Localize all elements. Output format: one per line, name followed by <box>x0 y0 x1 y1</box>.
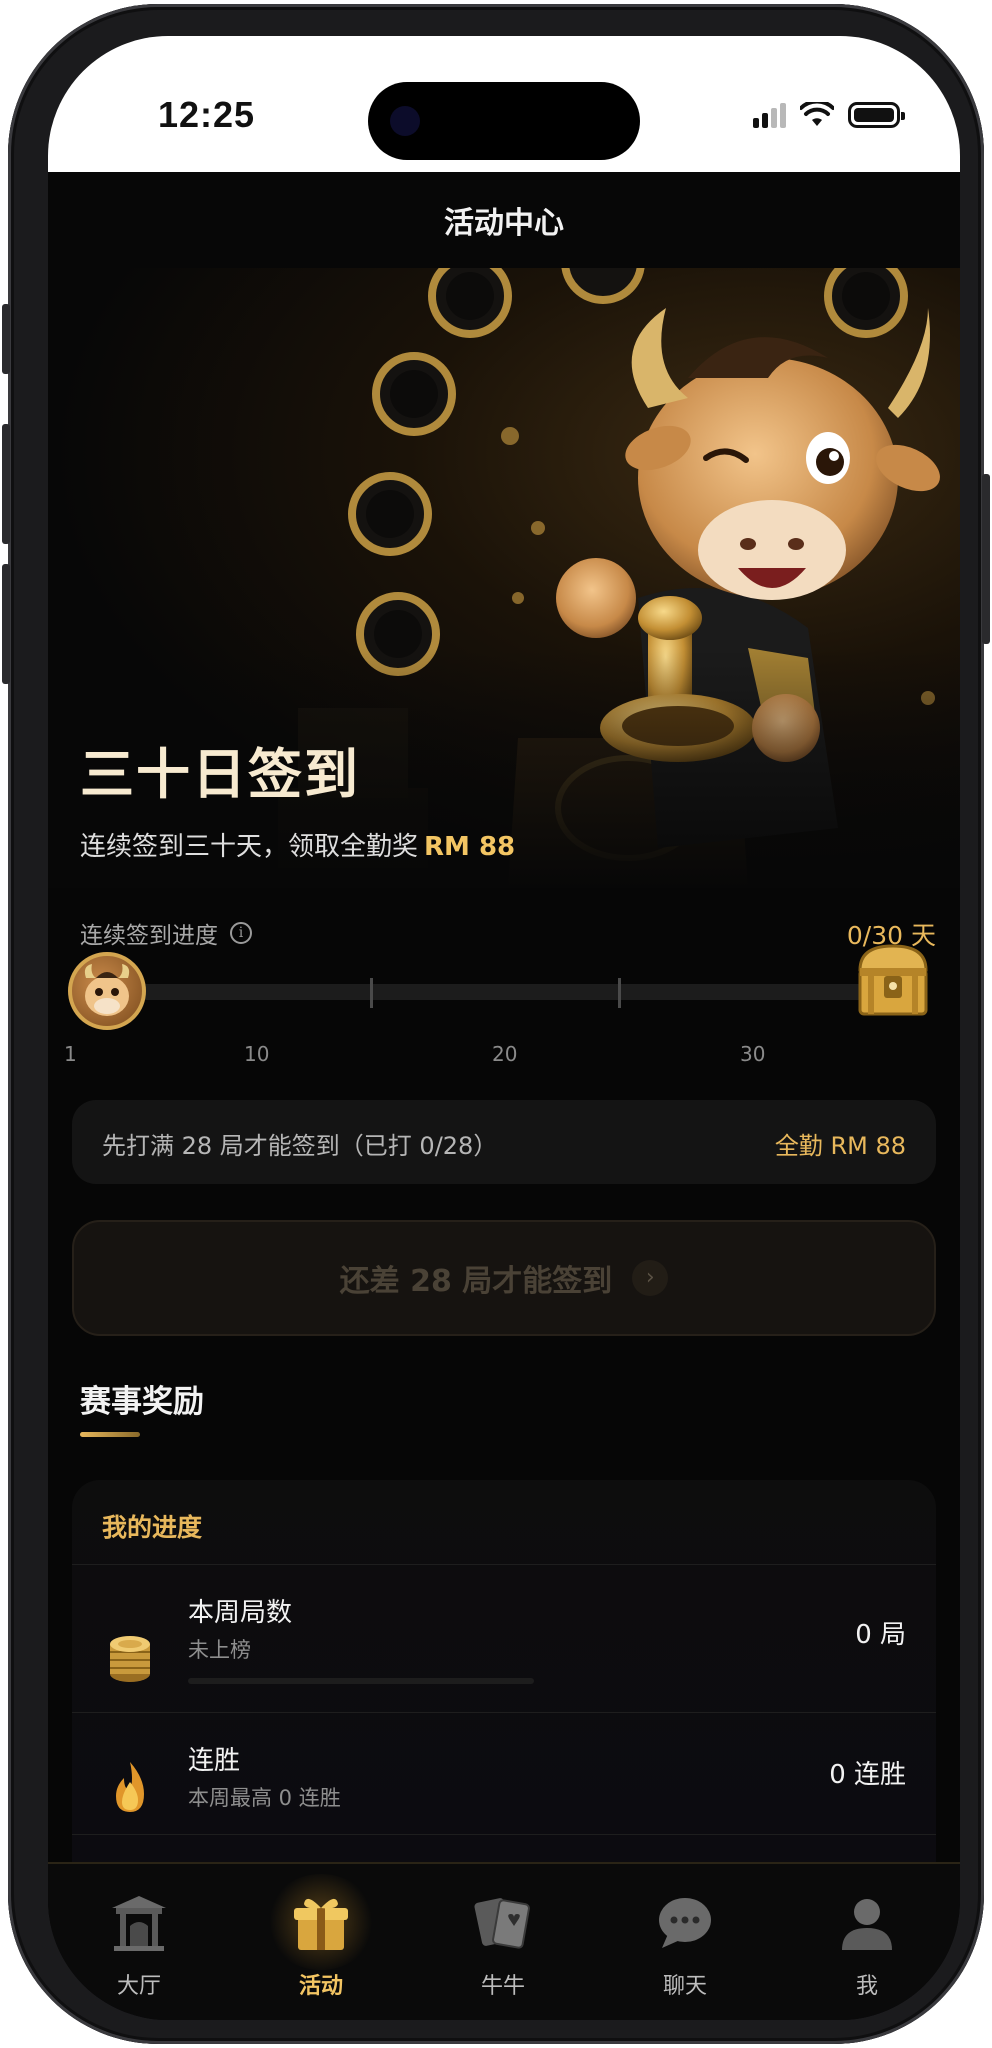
mute-switch <box>2 304 10 374</box>
hero-reward-amount: RM 88 <box>424 832 516 862</box>
checkin-button-label: 还差 28 局才能签到 <box>339 1264 613 1299</box>
chat-icon <box>659 1898 711 1948</box>
card-title: 我的进度 <box>102 1513 203 1542</box>
temple-icon <box>112 1896 166 1951</box>
row-label: 本周局数 <box>188 1598 293 1628</box>
progress-tick <box>370 978 373 1008</box>
notice-reward-text: 全勤 RM 88 <box>774 1132 906 1160</box>
row-label: 连胜 <box>188 1746 241 1776</box>
tab-label: 我 <box>855 1974 878 1999</box>
treasure-chest-icon <box>858 944 928 1016</box>
progress-label-text: 连续签到进度 <box>80 923 218 949</box>
hero-subtitle-text: 连续签到三十天，领取全勤奖 <box>80 832 419 862</box>
tab-lobby[interactable]: 大厅 <box>48 1864 230 2020</box>
checkin-button[interactable]: 还差 28 局才能签到 › <box>72 1220 936 1336</box>
tab-label: 牛牛 <box>480 1974 525 1999</box>
phone-frame: 12:25 活动中心 三十日签到 连续签到三十天，领取全勤奖 RM 88 连续签… <box>2 4 990 2044</box>
bull-avatar-icon <box>68 952 146 1030</box>
section-underline <box>80 1432 140 1437</box>
hero-banner: 三十日签到 连续签到三十天，领取全勤奖 RM 88 <box>48 268 960 888</box>
row-value: 0 局 <box>855 1620 906 1650</box>
row-sublabel: 本周最高 0 连胜 <box>188 1786 341 1810</box>
volume-down-button <box>2 564 10 684</box>
wifi-icon <box>800 102 834 126</box>
signal-icon <box>753 102 786 128</box>
divider <box>72 1834 936 1835</box>
battery-icon <box>848 102 905 128</box>
camera-icon <box>390 106 420 136</box>
tick-label: 30 <box>740 1042 766 1066</box>
volume-up-button <box>2 424 10 544</box>
section-title: 赛事奖励 <box>80 1384 204 1420</box>
row-progress-bar <box>188 1678 534 1684</box>
tick-label: 1 <box>64 1042 77 1066</box>
screen: 12:25 活动中心 三十日签到 连续签到三十天，领取全勤奖 RM 88 连续签… <box>48 36 960 2020</box>
tick-label: 20 <box>492 1042 518 1066</box>
flame-icon <box>116 1762 144 1812</box>
tick-label: 10 <box>244 1042 270 1066</box>
hero-title: 三十日签到 <box>80 743 360 806</box>
info-icon[interactable]: i <box>230 922 252 944</box>
row-sublabel: 未上榜 <box>188 1638 251 1662</box>
power-button <box>982 474 990 644</box>
notice-requirement-text: 先打满 28 局才能签到（已打 0/28） <box>102 1132 498 1160</box>
coin-stack-icon <box>110 1636 150 1682</box>
tab-niuniu[interactable]: 牛牛 <box>412 1864 594 2020</box>
tab-label: 活动 <box>298 1974 343 1999</box>
checkin-requirement-notice: 先打满 28 局才能签到（已打 0/28） 全勤 RM 88 <box>72 1100 936 1184</box>
tab-me[interactable]: 我 <box>776 1864 958 2020</box>
hero-subtitle: 连续签到三十天，领取全勤奖 RM 88 <box>80 826 515 863</box>
bottom-tab-bar: 大厅 活动 牛牛 聊天 我 <box>48 1862 960 2020</box>
nav-header: 活动中心 <box>48 172 960 269</box>
chevron-right-icon: › <box>632 1260 669 1296</box>
status-bar: 12:25 <box>48 36 960 172</box>
page-title: 活动中心 <box>444 206 564 241</box>
progress-tick <box>618 978 621 1008</box>
dynamic-island <box>368 82 640 160</box>
tab-chat[interactable]: 聊天 <box>594 1864 776 2020</box>
user-icon <box>842 1899 892 1950</box>
tab-label: 聊天 <box>662 1974 707 1999</box>
tab-label: 大厅 <box>116 1974 161 1999</box>
progress-label: 连续签到进度 i <box>80 916 252 950</box>
checkin-progress-track <box>128 984 872 1000</box>
status-icons <box>753 100 905 130</box>
divider <box>72 1564 936 1565</box>
tab-activity[interactable]: 活动 <box>230 1864 412 2020</box>
row-value: 0 连胜 <box>829 1760 906 1790</box>
divider <box>72 1712 936 1713</box>
status-time: 12:25 <box>158 94 256 135</box>
cards-icon <box>474 1898 530 1949</box>
gift-icon <box>294 1898 348 1950</box>
